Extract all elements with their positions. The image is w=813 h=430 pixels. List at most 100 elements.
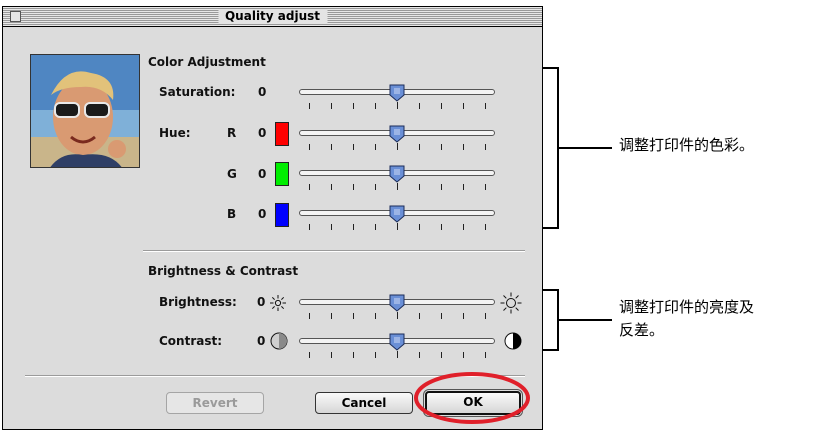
slider-tick: [309, 184, 310, 190]
section-divider: [143, 250, 525, 252]
slider-tick: [375, 144, 376, 150]
slider-tick: [463, 224, 464, 230]
contrast-slider[interactable]: [299, 333, 495, 359]
hue-label: Hue:: [159, 126, 191, 140]
slider-ticks: [299, 102, 495, 110]
sun-large-icon: [500, 292, 522, 314]
slider-tick: [463, 103, 464, 109]
slider-tick: [375, 313, 376, 319]
slider-tick: [397, 351, 398, 358]
slider-tick: [353, 184, 354, 190]
slider-tick: [463, 313, 464, 319]
contrast-value: 0: [257, 334, 266, 348]
hue-b-label: B: [227, 207, 237, 221]
brightness-annotation-line1: 调整打印件的亮度及: [619, 298, 755, 316]
cancel-button[interactable]: Cancel: [315, 392, 413, 414]
slider-tick: [375, 352, 376, 358]
hue-g-swatch: [275, 162, 289, 186]
slider-thumb[interactable]: [389, 333, 405, 351]
slider-ticks: [299, 312, 495, 320]
sun-small-icon: [270, 295, 286, 311]
quality-adjust-dialog: Quality adjust Color Adjustment Saturati…: [2, 6, 543, 430]
slider-tick: [397, 143, 398, 150]
hue-b-slider[interactable]: [299, 205, 495, 231]
slider-tick: [441, 224, 442, 230]
ok-highlight-circle: [414, 372, 530, 424]
slider-tick: [419, 224, 420, 230]
color-annotation: 调整打印件的色彩。: [619, 136, 755, 154]
slider-tick: [441, 144, 442, 150]
hue-b-swatch: [275, 203, 289, 227]
slider-tick: [353, 352, 354, 358]
slider-tick: [441, 352, 442, 358]
slider-tick: [463, 352, 464, 358]
contrast-low-icon: [270, 332, 288, 350]
slider-tick: [419, 103, 420, 109]
slider-tick: [331, 313, 332, 319]
slider-tick: [331, 224, 332, 230]
slider-tick: [353, 144, 354, 150]
slider-thumb[interactable]: [389, 84, 405, 102]
slider-tick: [463, 144, 464, 150]
dialog-title: Quality adjust: [217, 9, 328, 24]
title-bar[interactable]: Quality adjust: [3, 7, 542, 27]
slider-ticks: [299, 183, 495, 191]
saturation-label: Saturation:: [159, 85, 236, 99]
saturation-slider[interactable]: [299, 84, 495, 110]
slider-thumb[interactable]: [389, 205, 405, 223]
slider-tick: [397, 183, 398, 190]
brightness-annotation-line2: 反差。: [619, 321, 665, 339]
slider-tick: [485, 224, 486, 230]
slider-tick: [419, 184, 420, 190]
slider-tick: [397, 312, 398, 319]
slider-tick: [375, 184, 376, 190]
slider-tick: [309, 224, 310, 230]
hue-r-swatch: [275, 122, 289, 146]
slider-tick: [309, 313, 310, 319]
slider-tick: [441, 184, 442, 190]
slider-thumb[interactable]: [389, 165, 405, 183]
slider-tick: [375, 224, 376, 230]
hue-g-value: 0: [258, 167, 267, 181]
slider-tick: [485, 144, 486, 150]
slider-ticks: [299, 143, 495, 151]
slider-tick: [331, 103, 332, 109]
color-adjustment-heading: Color Adjustment: [148, 55, 266, 69]
brightness-value: 0: [257, 295, 266, 309]
slider-tick: [397, 223, 398, 230]
slider-tick: [309, 144, 310, 150]
preview-photo: [30, 54, 140, 168]
slider-tick: [463, 184, 464, 190]
hue-g-label: G: [227, 167, 237, 181]
hue-g-slider[interactable]: [299, 165, 495, 191]
revert-button[interactable]: Revert: [166, 392, 264, 414]
slider-tick: [375, 103, 376, 109]
slider-thumb[interactable]: [389, 294, 405, 312]
slider-thumb[interactable]: [389, 125, 405, 143]
slider-ticks: [299, 223, 495, 231]
hue-r-value: 0: [258, 126, 267, 140]
contrast-label: Contrast:: [159, 334, 223, 348]
slider-tick: [309, 103, 310, 109]
slider-tick: [485, 352, 486, 358]
hue-r-label: R: [227, 126, 237, 140]
slider-tick: [419, 352, 420, 358]
hue-r-slider[interactable]: [299, 125, 495, 151]
slider-tick: [441, 313, 442, 319]
slider-tick: [419, 144, 420, 150]
slider-tick: [397, 102, 398, 109]
slider-tick: [485, 103, 486, 109]
slider-tick: [485, 313, 486, 319]
slider-tick: [353, 103, 354, 109]
brightness-slider[interactable]: [299, 294, 495, 320]
brightness-contrast-heading: Brightness & Contrast: [148, 264, 299, 278]
slider-ticks: [299, 351, 495, 359]
slider-tick: [331, 352, 332, 358]
slider-tick: [353, 313, 354, 319]
slider-tick: [331, 144, 332, 150]
saturation-value: 0: [258, 85, 267, 99]
brightness-label: Brightness:: [159, 295, 237, 309]
close-box[interactable]: [10, 11, 21, 22]
slider-tick: [331, 184, 332, 190]
slider-tick: [485, 184, 486, 190]
